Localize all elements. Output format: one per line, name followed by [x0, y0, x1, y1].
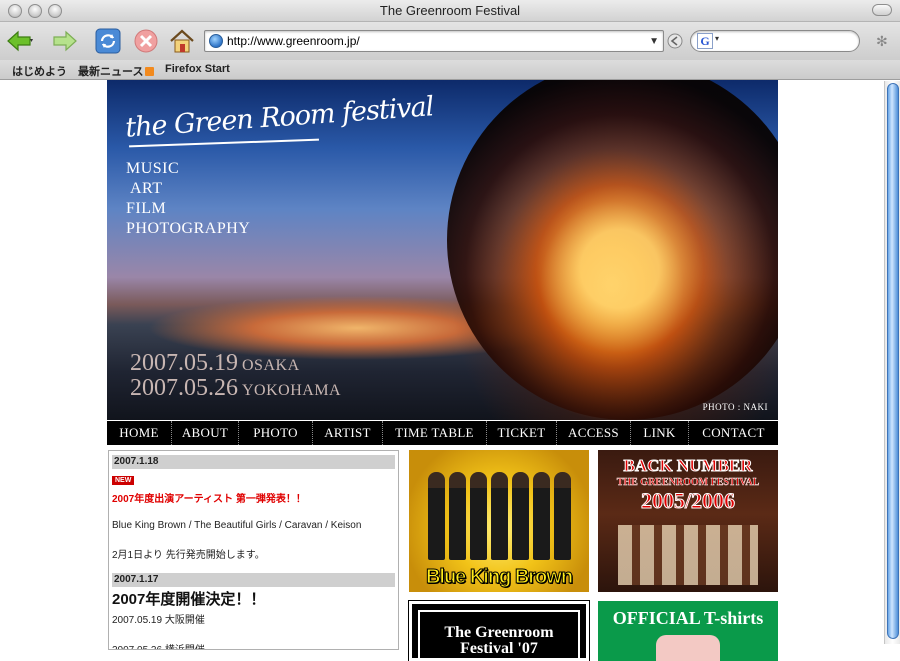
home-button[interactable] [168, 27, 196, 55]
address-bar[interactable]: http://www.greenroom.jp/ ▼ [204, 30, 664, 52]
stop-icon [134, 29, 158, 53]
search-engine-dropdown-icon[interactable]: ▾ [715, 34, 719, 43]
home-icon [170, 29, 194, 53]
rss-feed-icon [145, 67, 155, 76]
loading-throbber-icon: ✻ [876, 33, 888, 49]
google-search-icon[interactable]: G [697, 33, 713, 49]
search-box[interactable]: G ▾ [690, 30, 860, 52]
bookmark-latest-news-label: 最新ニュース [78, 66, 144, 78]
go-button[interactable] [664, 27, 686, 55]
nav-about[interactable]: ABOUT [172, 421, 239, 445]
vertical-scrollbar[interactable] [884, 81, 900, 644]
bkb-title: Blue King Brown [425, 566, 573, 589]
back-number-subtitle: THE GREENROOM FESTIVAL [616, 477, 760, 488]
reload-button[interactable] [94, 27, 122, 55]
back-number-banner[interactable]: BACK NUMBER THE GREENROOM FESTIVAL 2005/… [598, 450, 778, 592]
photo-credit: PHOTO : NAKI [702, 402, 768, 412]
osaka-date: 2007.05.19 [130, 350, 238, 376]
site-globe-icon [209, 34, 223, 48]
nav-photo[interactable]: PHOTO [239, 421, 313, 445]
news-line: 2007.05.19 大阪開催 [112, 615, 205, 626]
nav-access[interactable]: ACCESS [557, 421, 631, 445]
official-tshirts-banner[interactable]: OFFICIAL T-shirts [598, 601, 778, 661]
news-note: 2月1日より 先行発売開始します。 [112, 550, 265, 561]
category-list: MUSIC ART FILM PHOTOGRAPHY [126, 160, 250, 240]
blue-king-brown-banner[interactable]: Blue King Brown [409, 450, 589, 592]
gallery-photo [618, 525, 758, 585]
nav-link[interactable]: LINK [631, 421, 689, 445]
scrollbar-thumb[interactable] [887, 83, 899, 639]
nav-artist[interactable]: ARTIST [313, 421, 383, 445]
event-dates: 2007.05.19 OSAKA 2007.05.26 YOKOHAMA [130, 350, 342, 401]
news-panel[interactable]: 2007.1.18 NEW 2007年度出演アーティスト 第一弾発表！！ Blu… [108, 450, 399, 650]
nav-ticket[interactable]: TICKET [487, 421, 557, 445]
back-arrow-icon [7, 30, 33, 52]
hero-banner-image: the Green Room festival MUSIC ART FILM P… [107, 80, 778, 420]
bookmarks-toolbar: はじめよう 最新ニュース Firefox Start [0, 60, 900, 80]
tshirt-icon [656, 635, 720, 661]
main-nav: HOME ABOUT PHOTO ARTIST TIME TABLE TICKE… [107, 421, 778, 445]
category-art: ART [130, 180, 163, 197]
title-bar: The Greenroom Festival [0, 0, 900, 22]
address-input[interactable]: http://www.greenroom.jp/ [227, 34, 360, 48]
stop-button[interactable] [132, 27, 160, 55]
toolbar-toggle-button[interactable] [872, 4, 892, 16]
wave-barrel-graphic [447, 80, 778, 420]
news-headline: 2007年度開催決定！！ [112, 591, 266, 608]
osaka-city: OSAKA [242, 357, 300, 374]
back-number-title: BACK NUMBER [623, 456, 753, 476]
go-arrow-icon [667, 33, 683, 49]
category-photography: PHOTOGRAPHY [126, 220, 251, 237]
reload-icon [95, 28, 121, 54]
nav-time-table[interactable]: TIME TABLE [383, 421, 487, 445]
greenroom-subtitle: Festival '07 [460, 640, 538, 657]
band-photo [419, 472, 579, 562]
bookmark-firefox-start[interactable]: Firefox Start [165, 63, 230, 75]
category-music: MUSIC [126, 160, 180, 177]
address-dropdown-icon[interactable]: ▼ [649, 36, 659, 47]
festival-logo[interactable]: the Green Room festival [124, 91, 434, 143]
forward-button[interactable] [50, 27, 78, 55]
news-headline-link[interactable]: 2007年度出演アーティスト 第一弾発表！！ [112, 490, 398, 505]
back-number-years: 2005/2006 [640, 488, 736, 514]
nav-home[interactable]: HOME [107, 421, 172, 445]
navigation-toolbar: http://www.greenroom.jp/ ▼ G ▾ [0, 22, 900, 60]
new-badge: NEW [112, 476, 135, 485]
news-line: 2007.05.26 横浜開催 [112, 641, 398, 649]
forward-arrow-icon [53, 30, 77, 52]
bookmark-latest-news[interactable]: 最新ニュース [78, 63, 155, 79]
yokohama-city: YOKOHAMA [242, 382, 342, 399]
greenroom-07-banner[interactable]: The Greenroom Festival '07 [408, 600, 590, 661]
yokohama-date: 2007.05.26 [130, 375, 238, 401]
tshirts-title: OFFICIAL T-shirts [612, 608, 764, 628]
back-button[interactable] [6, 27, 34, 55]
news-artists: Blue King Brown / The Beautiful Girls / … [112, 520, 362, 531]
news-date: 2007.1.17 [112, 573, 395, 587]
news-date: 2007.1.18 [112, 455, 395, 469]
nav-contact[interactable]: CONTACT [689, 421, 778, 445]
bookmark-getting-started[interactable]: はじめよう [12, 63, 67, 79]
web-page: the Green Room festival MUSIC ART FILM P… [107, 80, 778, 661]
category-film: FILM [126, 200, 167, 217]
window-title: The Greenroom Festival [379, 3, 521, 18]
